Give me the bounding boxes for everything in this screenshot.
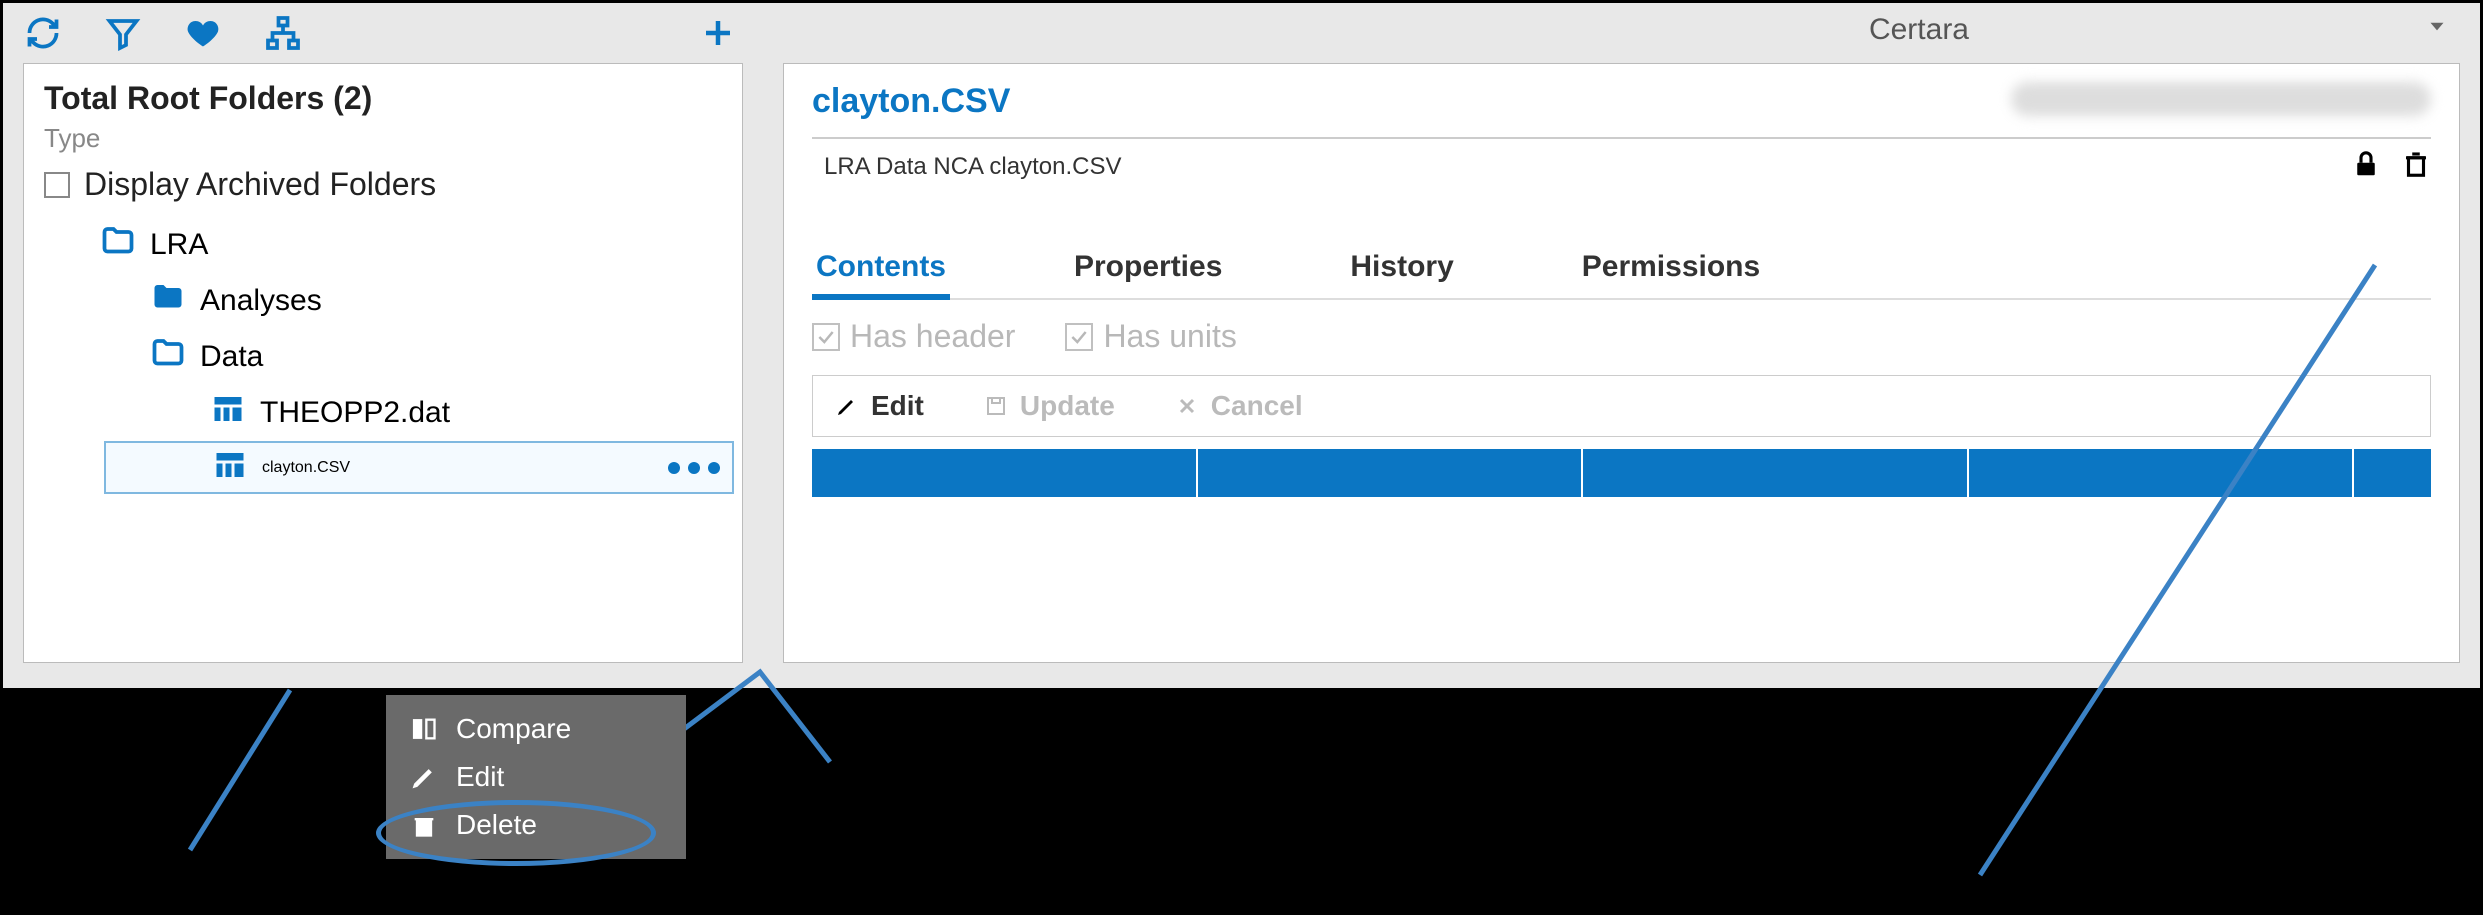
- blurred-user-info: [2011, 82, 2431, 116]
- tree-label: Analyses: [200, 284, 322, 318]
- display-archived-row[interactable]: Display Archived Folders: [44, 166, 722, 203]
- divider: [812, 137, 2431, 139]
- folder-open-icon: [150, 335, 186, 379]
- folder-panel-subtitle: Type: [44, 123, 722, 154]
- folder-panel-title: Total Root Folders (2): [44, 80, 722, 117]
- tree-analyses[interactable]: Analyses: [140, 273, 722, 329]
- checkbox-checked-icon: [812, 323, 840, 351]
- tree-data[interactable]: Data: [140, 329, 722, 385]
- filter-icon[interactable]: [103, 13, 143, 53]
- ctx-delete[interactable]: Delete: [386, 801, 686, 849]
- more-options-icon[interactable]: [668, 462, 720, 474]
- tree-label: THEOPP2.dat: [260, 396, 450, 430]
- ctx-compare[interactable]: Compare: [386, 705, 686, 753]
- add-icon[interactable]: [698, 13, 738, 53]
- data-file-icon: [210, 391, 246, 435]
- checkbox-checked-icon: [1065, 323, 1093, 351]
- tree-label: LRA: [150, 228, 208, 262]
- archived-checkbox[interactable]: [44, 172, 70, 198]
- folder-open-icon: [100, 223, 136, 267]
- folder-icon: [150, 279, 186, 323]
- breadcrumb[interactable]: LRA Data NCA clayton.CSV: [812, 153, 1121, 181]
- lock-icon[interactable]: [2351, 149, 2381, 184]
- file-title: clayton.CSV: [812, 82, 1010, 121]
- top-toolbar: Certara: [3, 3, 2480, 63]
- breadcrumb-text: LRA Data NCA clayton.CSV: [824, 153, 1121, 181]
- refresh-icon[interactable]: [23, 13, 63, 53]
- details-panel: clayton.CSV LRA Data NCA clayton.CSV Con…: [783, 63, 2460, 663]
- data-file-icon: [212, 447, 248, 488]
- chevron-down-icon: [2424, 13, 2450, 47]
- annotation-line-left: [180, 690, 380, 875]
- sitemap-icon[interactable]: [263, 13, 303, 53]
- detail-tabs: Contents Properties History Permissions: [812, 244, 2431, 300]
- update-button: Update: [984, 390, 1115, 422]
- panels: Total Root Folders (2) Type Display Arch…: [3, 63, 2480, 663]
- folder-tree: LRA Analyses Data THEOPP2.dat: [44, 217, 722, 441]
- app-frame: Certara Total Root Folders (2) Type Disp…: [0, 0, 2483, 691]
- edit-toolbar: Edit Update Cancel: [812, 375, 2431, 437]
- table-header-strip: [812, 449, 2431, 497]
- tab-permissions[interactable]: Permissions: [1578, 244, 1764, 298]
- tab-properties[interactable]: Properties: [1070, 244, 1226, 298]
- context-menu: Compare Edit Delete: [386, 695, 686, 859]
- tree-file-theopp2[interactable]: THEOPP2.dat: [200, 385, 722, 441]
- edit-button[interactable]: Edit: [835, 390, 924, 422]
- has-units-check: Has units: [1065, 318, 1236, 355]
- cancel-button: Cancel: [1175, 390, 1303, 422]
- archived-label: Display Archived Folders: [84, 166, 436, 203]
- tab-history[interactable]: History: [1346, 244, 1457, 298]
- ctx-edit[interactable]: Edit: [386, 753, 686, 801]
- favorite-icon[interactable]: [183, 13, 223, 53]
- tree-root-lra[interactable]: LRA: [90, 217, 722, 273]
- tree-label: Data: [200, 340, 263, 374]
- folder-panel: Total Root Folders (2) Type Display Arch…: [23, 63, 743, 663]
- tree-label: clayton.CSV: [262, 459, 350, 477]
- trash-icon[interactable]: [2401, 149, 2431, 184]
- tree-file-clayton-selected[interactable]: clayton.CSV: [104, 441, 734, 494]
- has-header-check: Has header: [812, 318, 1015, 355]
- brand-dropdown[interactable]: Certara: [1869, 13, 2450, 47]
- brand-label: Certara: [1869, 13, 1969, 47]
- tab-contents[interactable]: Contents: [812, 244, 950, 300]
- options-row: Has header Has units: [812, 318, 2431, 355]
